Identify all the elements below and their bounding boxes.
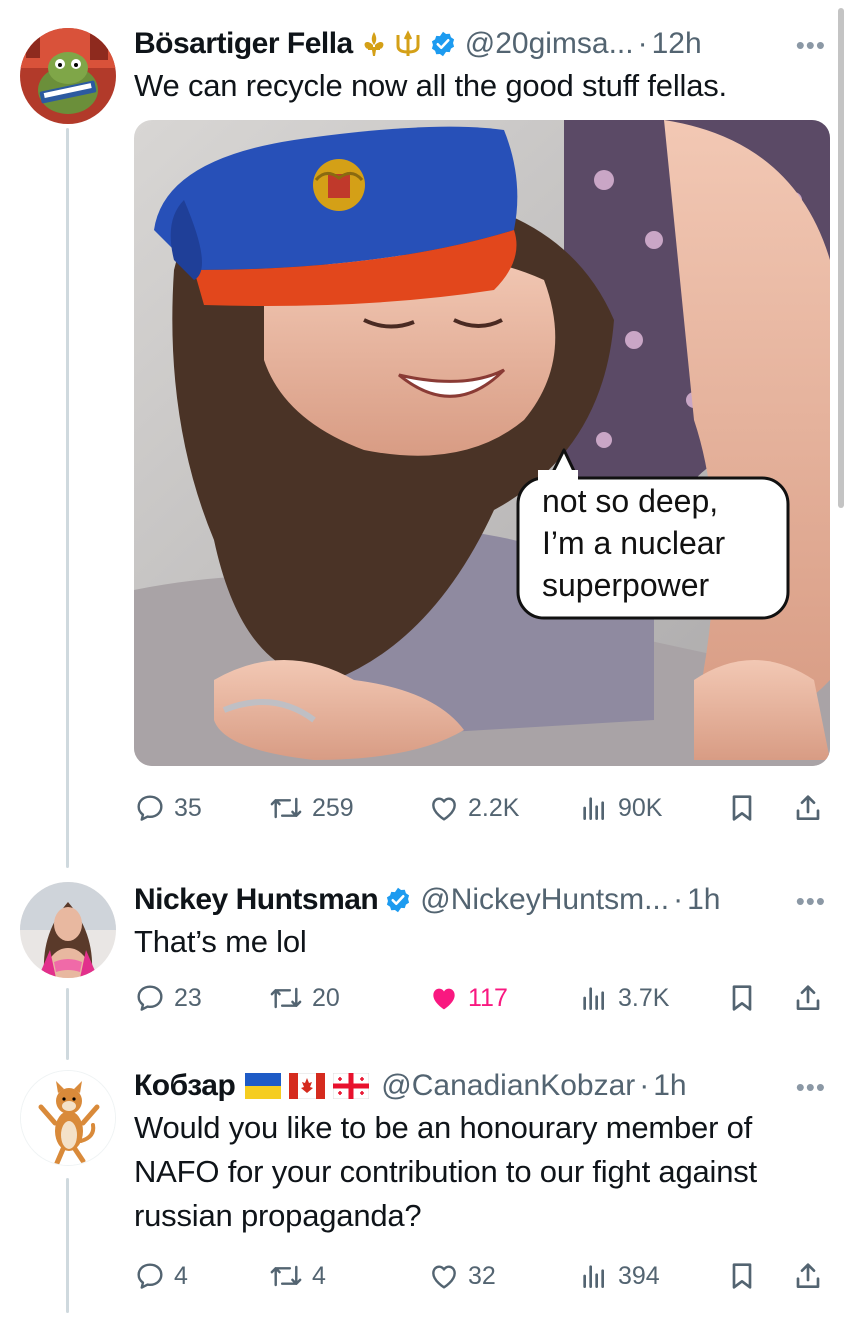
like-icon	[432, 1265, 456, 1289]
speech-bubble-line: I’m a nuclear	[542, 525, 726, 561]
views-icon	[583, 1265, 604, 1288]
repost-button[interactable]: 4	[268, 1260, 326, 1292]
user-handle[interactable]: @20gimsa...	[465, 27, 634, 61]
reply-count: 4	[174, 1261, 188, 1290]
user-handle[interactable]: @NickeyHuntsm...	[420, 883, 669, 917]
shiba-dog-icon	[21, 1071, 115, 1165]
more-icon[interactable]: •••	[796, 886, 826, 917]
share-icon	[796, 1263, 820, 1288]
trident-icon	[396, 30, 420, 56]
share-button[interactable]	[792, 982, 824, 1014]
display-name[interactable]: Bösartiger Fella	[134, 27, 353, 61]
repost-button[interactable]: 20	[268, 982, 340, 1014]
repost-count: 4	[312, 1261, 326, 1290]
tweet[interactable]: Bösartiger Fella @20gimsa... · 12h ••• W…	[0, 24, 850, 844]
views-button[interactable]: 394	[578, 1260, 660, 1292]
share-icon	[796, 985, 820, 1010]
share-button[interactable]	[792, 1260, 824, 1292]
user-handle[interactable]: @CanadianKobzar	[381, 1069, 635, 1103]
verified-badge-icon	[429, 30, 457, 58]
georgia-flag-icon	[333, 1073, 370, 1099]
like-icon	[433, 988, 455, 1010]
display-name[interactable]: Кобзар	[134, 1069, 236, 1103]
bookmark-icon	[732, 985, 752, 1011]
ukraine-flag-icon	[245, 1073, 282, 1099]
speech-bubble-line: superpower	[542, 567, 710, 603]
timestamp[interactable]: 12h	[652, 27, 702, 61]
tweet-header: Nickey Huntsman @NickeyHuntsm... · 1h	[134, 880, 826, 920]
verified-badge-icon	[384, 886, 412, 914]
timestamp[interactable]: 1h	[687, 883, 720, 917]
more-icon[interactable]: •••	[796, 30, 826, 61]
tweet[interactable]: Nickey Huntsman @NickeyHuntsm... · 1h ••…	[0, 880, 850, 1030]
bookmark-button[interactable]	[726, 982, 758, 1014]
repost-icon	[270, 797, 302, 819]
tweet-header: Кобзар @CanadianKobzar · 1h	[134, 1066, 826, 1106]
separator-dot: ·	[637, 27, 648, 60]
tweet-text: We can recycle now all the good stuff fe…	[134, 68, 727, 103]
repost-icon	[270, 1265, 302, 1287]
views-button[interactable]: 3.7K	[578, 982, 669, 1014]
reply-count: 35	[174, 793, 202, 822]
tweet-actions: 23 20 117 3.7K	[134, 978, 826, 1018]
tweet[interactable]: Кобзар @CanadianKobzar · 1h ••• Would yo…	[0, 1066, 850, 1311]
reply-icon	[137, 985, 163, 1011]
more-icon[interactable]: •••	[796, 1072, 826, 1103]
bookmark-icon	[732, 795, 752, 821]
reply-button[interactable]: 4	[134, 1260, 188, 1292]
views-count: 394	[618, 1261, 660, 1290]
views-count: 3.7K	[618, 983, 670, 1012]
views-icon	[583, 987, 604, 1010]
reply-icon	[137, 1263, 163, 1289]
speech-bubble-line: not so deep,	[542, 483, 718, 519]
repost-icon	[270, 987, 302, 1009]
like-button[interactable]: 2.2K	[428, 792, 519, 824]
reply-button[interactable]: 35	[134, 792, 202, 824]
tweet-text: That’s me lol	[134, 924, 307, 959]
views-button[interactable]: 90K	[578, 792, 662, 824]
reply-button[interactable]: 23	[134, 982, 202, 1014]
tweet-text: Would you like to be an honourary member…	[134, 1110, 757, 1233]
repost-count: 259	[312, 793, 354, 822]
scrollbar[interactable]	[838, 8, 844, 508]
repost-count: 20	[312, 983, 340, 1012]
name-emoji	[359, 29, 423, 59]
bookmark-button[interactable]	[726, 792, 758, 824]
repost-button[interactable]: 259	[268, 792, 354, 824]
like-count: 117	[468, 983, 508, 1012]
name-emoji	[241, 1073, 370, 1099]
tweet-actions: 4 4 32 394	[134, 1256, 826, 1296]
tweet-image[interactable]: not so deep, I’m a nuclear superpower	[134, 120, 830, 766]
fleur-de-lis-icon	[364, 32, 384, 56]
share-button[interactable]	[792, 792, 824, 824]
views-icon	[583, 797, 604, 820]
like-count: 2.2K	[468, 793, 520, 822]
timestamp[interactable]: 1h	[653, 1069, 686, 1103]
like-button[interactable]: 32	[428, 1260, 496, 1292]
like-count: 32	[468, 1261, 496, 1290]
avatar[interactable]	[20, 1070, 116, 1166]
avatar[interactable]	[20, 28, 116, 124]
separator-dot: ·	[639, 1069, 650, 1102]
bookmark-button[interactable]	[726, 1260, 758, 1292]
canada-flag-icon	[289, 1073, 326, 1099]
share-icon	[796, 795, 820, 820]
bookmark-icon	[732, 1263, 752, 1289]
views-count: 90K	[618, 793, 663, 822]
reply-count: 23	[174, 983, 202, 1012]
reply-icon	[137, 795, 163, 821]
tweet-actions: 35 259 2.2K 90K	[134, 788, 826, 828]
like-icon	[432, 797, 456, 821]
separator-dot: ·	[673, 883, 684, 916]
display-name[interactable]: Nickey Huntsman	[134, 883, 379, 917]
like-button[interactable]: 117	[428, 982, 508, 1014]
tweet-header: Bösartiger Fella @20gimsa... · 12h	[134, 24, 826, 64]
avatar[interactable]	[20, 882, 116, 978]
